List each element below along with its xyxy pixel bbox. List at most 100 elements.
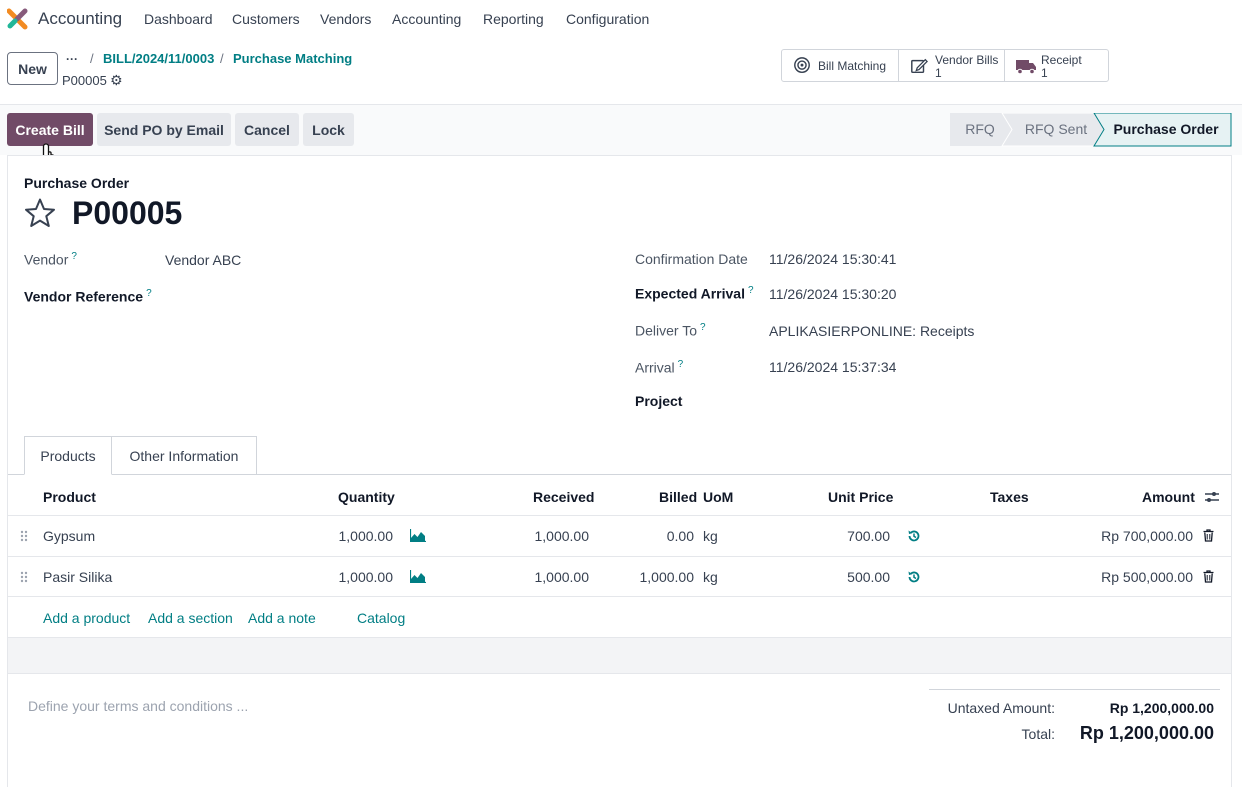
tab-other-information[interactable]: Other Information [112, 436, 257, 475]
amount-cell: Rp 500,000.00 [1101, 569, 1193, 585]
vendor-label: Vendor? [24, 251, 77, 268]
uom-cell[interactable]: kg [703, 569, 718, 585]
drag-handle-icon[interactable] [20, 530, 28, 542]
vendor-reference-label: Vendor Reference? [24, 288, 152, 305]
menu-configuration[interactable]: Configuration [566, 11, 649, 27]
quantity-cell[interactable]: 1,000.00 [300, 528, 394, 544]
receipt-button[interactable]: Receipt 1 [1005, 50, 1109, 81]
drag-handle-icon[interactable] [20, 571, 28, 583]
optional-columns-icon[interactable] [1204, 489, 1220, 505]
smart-button-label: Vendor Bills [935, 53, 999, 67]
menu-customers[interactable]: Customers [232, 11, 300, 27]
bill-matching-button[interactable]: Bill Matching [782, 50, 899, 81]
bullseye-icon [794, 57, 810, 74]
catalog-link[interactable]: Catalog [357, 610, 405, 626]
product-cell[interactable]: Gypsum [43, 528, 95, 544]
top-navbar: Accounting Dashboard Customers Vendors A… [0, 0, 1242, 37]
billed-cell: 0.00 [666, 528, 694, 544]
menu-vendors[interactable]: Vendors [320, 11, 371, 27]
untaxed-amount-value: Rp 1,200,000.00 [1109, 700, 1214, 716]
more-actions-icon[interactable]: ··· [66, 52, 78, 66]
breadcrumb-separator: / [220, 51, 224, 66]
lock-button[interactable]: Lock [303, 113, 354, 146]
billed-cell: 1,000.00 [639, 569, 695, 585]
forecast-chart-icon[interactable] [410, 570, 426, 583]
forecast-chart-icon[interactable] [410, 529, 426, 542]
smart-button-label: Bill Matching [818, 59, 887, 73]
column-header-uom[interactable]: UoM [703, 489, 733, 505]
trash-icon[interactable] [1203, 570, 1214, 583]
deliver-to-field[interactable]: APLIKASIERPONLINE: Receipts [769, 323, 974, 339]
help-tooltip-icon[interactable]: ? [146, 288, 152, 299]
add-section-link[interactable]: Add a section [148, 610, 233, 626]
project-label: Project [635, 393, 683, 409]
total-label: Total: [1021, 726, 1055, 742]
smart-button-label: Receipt [1041, 53, 1082, 67]
send-po-email-button[interactable]: Send PO by Email [97, 113, 231, 146]
form-type-label: Purchase Order [24, 175, 130, 191]
confirmation-date-field[interactable]: 11/26/2024 15:30:41 [769, 251, 896, 267]
stage-rfq[interactable]: RFQ [950, 113, 1010, 146]
add-product-link[interactable]: Add a product [43, 610, 130, 626]
confirmation-date-label: Confirmation Date [635, 251, 748, 267]
unit-price-cell[interactable]: 700.00 [790, 528, 890, 544]
breadcrumb-bill[interactable]: BILL/2024/11/0003 [103, 51, 214, 66]
cancel-button[interactable]: Cancel [235, 113, 299, 146]
arrival-field[interactable]: 11/26/2024 15:37:34 [769, 359, 896, 375]
row-divider [8, 596, 1231, 597]
add-note-link[interactable]: Add a note [248, 610, 316, 626]
vendor-field[interactable]: Vendor ABC [165, 252, 241, 268]
breadcrumb-separator: / [90, 51, 94, 66]
column-header-received[interactable]: Received [533, 489, 594, 505]
smart-buttons: Bill Matching Vendor Bills 1 Receipt 1 [781, 49, 1109, 82]
total-value: Rp 1,200,000.00 [1079, 723, 1214, 743]
column-header-quantity[interactable]: Quantity [338, 489, 395, 505]
menu-accounting[interactable]: Accounting [392, 11, 461, 27]
menu-reporting[interactable]: Reporting [483, 11, 544, 27]
expected-arrival-label: Expected Arrival? [635, 285, 754, 302]
app-name[interactable]: Accounting [38, 9, 122, 29]
unit-price-cell[interactable]: 500.00 [790, 569, 890, 585]
accounting-app-icon[interactable] [7, 8, 29, 30]
help-tooltip-icon[interactable]: ? [678, 359, 684, 370]
breadcrumb-current-record: P00005 [62, 73, 107, 88]
amount-cell: Rp 700,000.00 [1101, 528, 1193, 544]
gear-icon[interactable]: ⚙ [110, 72, 123, 89]
smart-button-count: 1 [1041, 66, 1048, 80]
expected-arrival-field[interactable]: 11/26/2024 15:30:20 [769, 286, 896, 302]
vendor-bills-button[interactable]: Vendor Bills 1 [899, 50, 1005, 81]
truck-icon [1016, 60, 1036, 75]
received-cell[interactable]: 1,000.00 [490, 528, 590, 544]
trash-icon[interactable] [1203, 529, 1214, 542]
history-icon[interactable] [907, 570, 921, 584]
table-footer-band [8, 637, 1231, 674]
new-button[interactable]: New [7, 52, 58, 85]
terms-conditions-field[interactable]: Define your terms and conditions ... [28, 698, 248, 714]
column-header-unit-price[interactable]: Unit Price [828, 489, 893, 505]
column-header-billed[interactable]: Billed [659, 489, 697, 505]
star-icon[interactable] [24, 197, 56, 229]
smart-button-count: 1 [935, 66, 942, 80]
arrival-label: Arrival? [635, 359, 684, 376]
breadcrumb-purchase-matching[interactable]: Purchase Matching [233, 51, 352, 66]
column-header-taxes[interactable]: Taxes [990, 489, 1029, 505]
untaxed-amount-label: Untaxed Amount: [947, 700, 1055, 716]
tab-products[interactable]: Products [24, 436, 112, 475]
help-tooltip-icon[interactable]: ? [700, 322, 706, 333]
column-header-amount[interactable]: Amount [1142, 489, 1195, 505]
received-cell[interactable]: 1,000.00 [490, 569, 590, 585]
product-cell[interactable]: Pasir Silika [43, 569, 112, 585]
pencil-square-icon [911, 58, 928, 74]
help-tooltip-icon[interactable]: ? [71, 251, 77, 262]
quantity-cell[interactable]: 1,000.00 [300, 569, 394, 585]
stage-purchase-order[interactable]: Purchase Order [1104, 113, 1228, 146]
column-header-product[interactable]: Product [43, 489, 96, 505]
help-tooltip-icon[interactable]: ? [748, 285, 754, 296]
menu-dashboard[interactable]: Dashboard [144, 11, 213, 27]
stage-rfq-sent[interactable]: RFQ Sent [1012, 113, 1100, 146]
history-icon[interactable] [907, 529, 921, 543]
deliver-to-label: Deliver To? [635, 322, 706, 339]
uom-cell[interactable]: kg [703, 528, 718, 544]
record-title: P00005 [72, 195, 183, 231]
totals-divider [929, 689, 1220, 690]
